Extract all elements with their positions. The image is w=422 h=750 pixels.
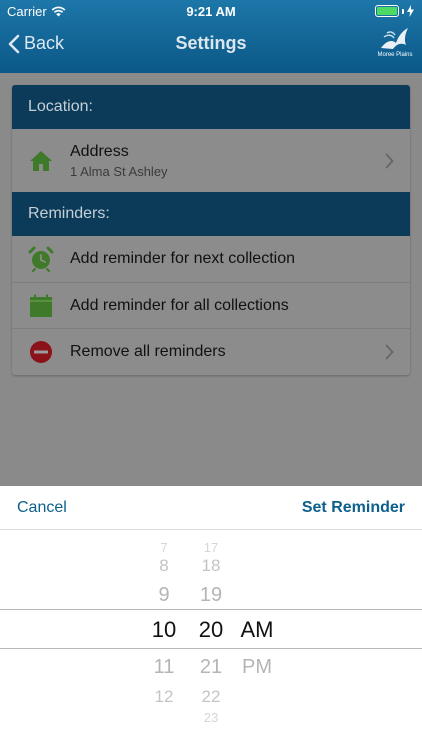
- remove-reminders-row[interactable]: Remove all reminders: [12, 328, 410, 374]
- minus-circle-icon: [12, 340, 70, 364]
- alarm-clock-icon: [12, 246, 70, 272]
- swan-logo-icon: [381, 28, 408, 49]
- set-reminder-button[interactable]: Set Reminder: [302, 499, 405, 517]
- page-title: Settings: [175, 33, 247, 53]
- location-header-label: Location:: [28, 98, 93, 115]
- logo-text: Moree Plains: [377, 52, 413, 58]
- calendar-icon: [12, 294, 70, 318]
- remove-reminders-label: Remove all reminders: [70, 342, 226, 360]
- settings-card: Location: Address 1 Alma St Ashley Remin…: [12, 85, 410, 375]
- next-collection-reminder-row[interactable]: Add reminder for next collection: [12, 236, 410, 282]
- chevron-right-icon: [385, 153, 394, 168]
- chevron-right-icon: [385, 344, 394, 359]
- reminders-section-header: Reminders:: [12, 192, 410, 236]
- battery-icon: [375, 5, 399, 17]
- all-collections-reminder-row[interactable]: Add reminder for all collections: [12, 282, 410, 328]
- navigation-bar: Carrier 9:21 AM Back Settings Moree Plai…: [0, 0, 422, 73]
- reminders-header-label: Reminders:: [28, 205, 110, 222]
- cancel-button[interactable]: Cancel: [17, 499, 67, 517]
- period-wheel[interactable]: AM PM: [232, 530, 282, 750]
- address-title: Address: [70, 142, 129, 160]
- status-time: 9:21 AM: [186, 4, 236, 19]
- address-row[interactable]: Address 1 Alma St Ashley: [12, 129, 410, 192]
- all-collections-label: Add reminder for all collections: [70, 296, 289, 314]
- charging-bolt-icon: [407, 5, 414, 17]
- period-option[interactable]: PM: [232, 656, 282, 679]
- picker-toolbar: Cancel Set Reminder: [0, 486, 422, 530]
- time-picker-sheet: Cancel Set Reminder 7 8 9 10 11 12 17 18…: [0, 486, 422, 750]
- location-section-header: Location:: [12, 85, 410, 129]
- council-logo: Moree Plains: [376, 25, 414, 63]
- status-bar: Carrier 9:21 AM: [0, 0, 422, 22]
- address-value: 1 Alma St Ashley: [70, 163, 168, 179]
- battery-indicator: [375, 5, 414, 17]
- time-picker[interactable]: 7 8 9 10 11 12 17 18 19 20 21 22 23 AM P…: [0, 530, 422, 750]
- period-option-selected[interactable]: AM: [232, 617, 282, 643]
- home-icon: [12, 150, 70, 172]
- next-collection-label: Add reminder for next collection: [70, 250, 295, 267]
